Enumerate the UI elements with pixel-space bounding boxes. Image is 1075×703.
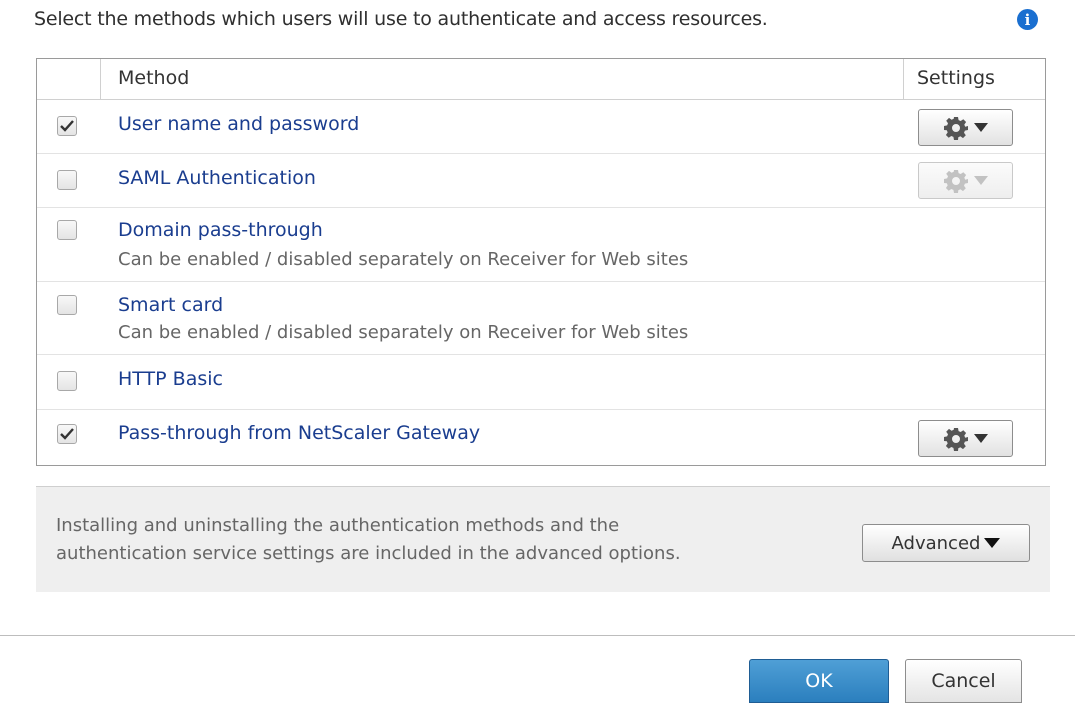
checkbox-smart-card[interactable]: [57, 295, 77, 315]
advanced-button-label: Advanced: [891, 532, 981, 554]
checkmark-icon: [60, 120, 74, 132]
settings-dropdown-button[interactable]: [918, 162, 1013, 199]
table-row-smart-card: Smart card Can be enabled / disabled sep…: [37, 282, 1045, 355]
advanced-options-panel: Installing and uninstalling the authenti…: [36, 486, 1050, 592]
chevron-down-icon: [973, 434, 988, 443]
footer-divider: [0, 635, 1075, 636]
advanced-description-line: Installing and uninstalling the authenti…: [56, 515, 620, 536]
column-header-settings: Settings: [917, 67, 995, 89]
method-label: User name and password: [118, 113, 360, 135]
ok-button[interactable]: OK: [749, 659, 889, 703]
method-label: HTTP Basic: [118, 368, 223, 390]
header-divider: [903, 59, 904, 99]
settings-dropdown-button[interactable]: [918, 109, 1013, 146]
gear-icon: [943, 169, 968, 193]
gear-icon: [943, 427, 968, 451]
checkbox-http-basic[interactable]: [57, 371, 77, 391]
header-divider: [100, 59, 101, 99]
chevron-down-icon: [984, 538, 1001, 548]
method-label: Smart card: [118, 294, 224, 316]
table-row-saml: SAML Authentication: [37, 154, 1045, 208]
method-label: Domain pass-through: [118, 219, 323, 241]
intro-text: Select the methods which users will use …: [34, 8, 768, 30]
advanced-description: Installing and uninstalling the authenti…: [56, 512, 816, 568]
gear-icon: [943, 116, 968, 140]
method-label: Pass-through from NetScaler Gateway: [118, 422, 481, 444]
table-row-username-password: User name and password: [37, 100, 1045, 154]
table-row-http-basic: HTTP Basic: [37, 355, 1045, 410]
cancel-button[interactable]: Cancel: [905, 659, 1022, 703]
table-row-netscaler-gateway: Pass-through from NetScaler Gateway: [37, 410, 1045, 465]
table-row-domain-pass-through: Domain pass-through Can be enabled / dis…: [37, 208, 1045, 282]
column-header-method: Method: [118, 67, 190, 89]
chevron-down-icon: [973, 176, 988, 185]
advanced-dropdown-button[interactable]: Advanced: [862, 524, 1030, 562]
info-icon[interactable]: i: [1017, 9, 1038, 30]
checkbox-netscaler-gateway[interactable]: [57, 424, 77, 444]
checkbox-username-password[interactable]: [57, 116, 77, 136]
auth-methods-table: Method Settings User name and password S…: [36, 58, 1046, 466]
settings-dropdown-button[interactable]: [918, 420, 1013, 457]
table-header: Method Settings: [37, 59, 1045, 100]
advanced-description-line: authentication service settings are incl…: [56, 543, 681, 564]
chevron-down-icon: [973, 123, 988, 132]
checkbox-domain-pass-through[interactable]: [57, 220, 77, 240]
checkbox-saml[interactable]: [57, 170, 77, 190]
method-sublabel: Can be enabled / disabled separately on …: [118, 322, 689, 343]
checkmark-icon: [60, 428, 74, 440]
method-sublabel: Can be enabled / disabled separately on …: [118, 249, 689, 270]
method-label: SAML Authentication: [118, 167, 316, 189]
